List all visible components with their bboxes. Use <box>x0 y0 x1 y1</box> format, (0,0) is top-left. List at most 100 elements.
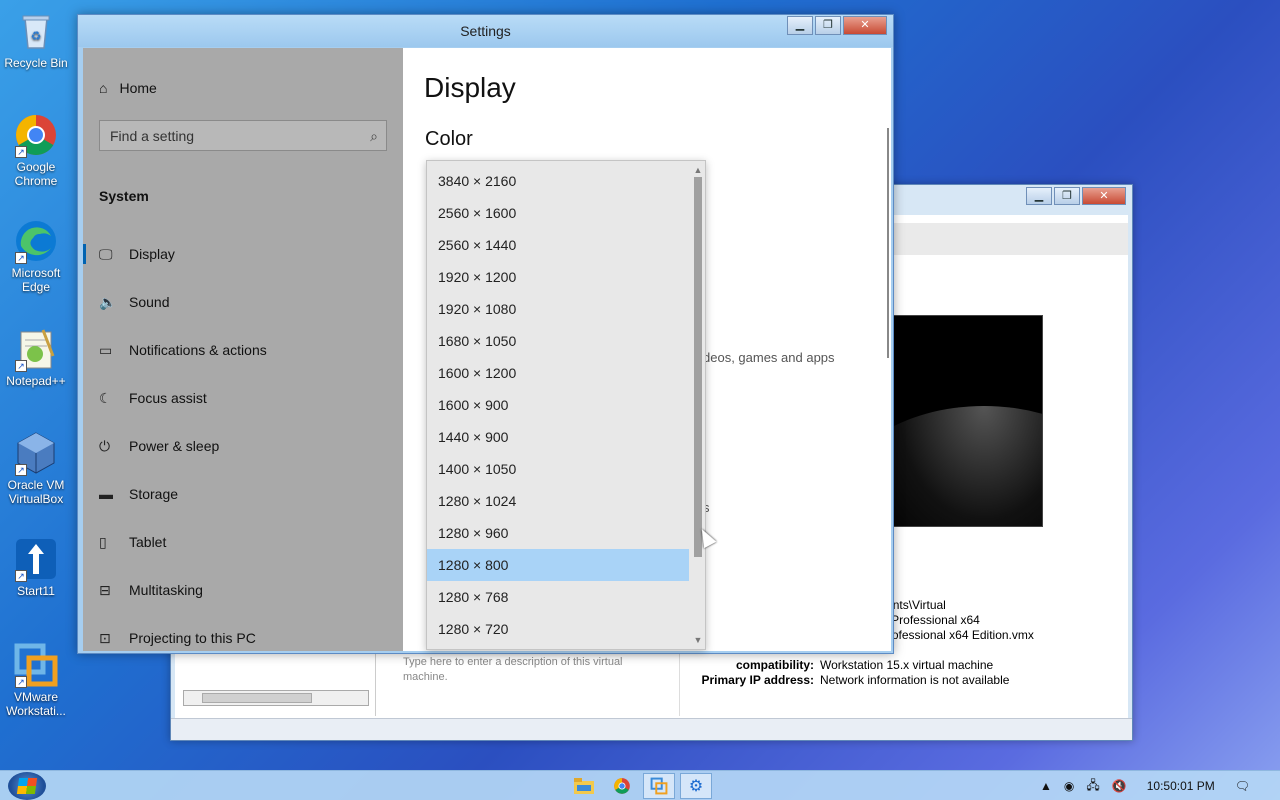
nav-label: Projecting to this PC <box>129 630 256 646</box>
home-link[interactable]: ⌂ Home <box>99 80 157 96</box>
nav-item-display[interactable]: 🖵 Display <box>83 230 403 278</box>
nav-item-tablet[interactable]: ▯ Tablet <box>83 518 403 566</box>
scroll-down-icon[interactable]: ▼ <box>691 633 705 647</box>
nav-label: Sound <box>129 294 170 310</box>
nav-label: Tablet <box>129 534 167 550</box>
nav-item-storage[interactable]: ▬ Storage <box>83 470 403 518</box>
storage-icon: ▬ <box>99 486 113 502</box>
desktop-icon-label: Microsoft Edge <box>11 266 61 294</box>
vmware-toolbar-row <box>891 223 1128 255</box>
nav-label: Display <box>129 246 175 262</box>
tablet-icon: ▯ <box>99 533 107 550</box>
home-label: Home <box>119 80 157 96</box>
home-icon: ⌂ <box>99 80 108 96</box>
nav-item-projecting[interactable]: ⊡ Projecting to this PC <box>83 614 403 662</box>
resolution-option[interactable]: 1280 × 720 <box>427 613 689 645</box>
speaker-icon: 🔈 <box>99 293 117 310</box>
desktop-icon-label: Recycle Bin <box>4 56 68 70</box>
nav-label: Storage <box>129 486 179 502</box>
virtualbox-icon: ↗ <box>13 430 59 476</box>
windows-logo-icon <box>16 778 38 794</box>
vmware-icon[interactable] <box>643 773 675 799</box>
content-scrollbar[interactable] <box>887 128 889 358</box>
resolution-option[interactable]: 1280 × 800 <box>427 549 689 581</box>
desktop-icon-label: Oracle VM VirtualBox <box>7 478 65 506</box>
volume-muted-icon[interactable]: 🔇 <box>1112 779 1127 793</box>
chevron-up-icon[interactable]: ▲ <box>1040 779 1052 793</box>
partial-text: deos, games and apps <box>703 350 835 365</box>
start-button[interactable] <box>8 772 46 800</box>
horizontal-scrollbar[interactable] <box>183 690 369 706</box>
resolution-option[interactable]: 1920 × 1200 <box>427 261 689 293</box>
status-bar <box>171 718 1132 740</box>
multitasking-icon: ⊟ <box>99 581 111 598</box>
desktop-icon-recycle-bin[interactable]: ♻ Recycle Bin <box>4 8 68 70</box>
resolution-option[interactable]: 1280 × 768 <box>427 581 689 613</box>
network-icon[interactable]: 🖧 <box>1086 776 1099 797</box>
close-button[interactable]: ✕ <box>1082 187 1126 205</box>
moon-icon: ☾ <box>99 389 112 406</box>
title-bar[interactable]: Settings ▁ ❐ ✕ <box>78 15 893 47</box>
chrome-icon[interactable] <box>606 773 638 799</box>
desktop-icon-start11[interactable]: ↗ Start11 <box>4 536 68 598</box>
start11-icon: ↗ <box>13 536 59 582</box>
resolution-option[interactable]: 1600 × 900 <box>427 389 689 421</box>
desktop-icon-virtualbox[interactable]: ↗ Oracle VM VirtualBox <box>4 430 68 506</box>
desktop-icon-label: Google Chrome <box>14 160 58 188</box>
vm-description[interactable]: Type here to enter a description of this… <box>403 655 663 685</box>
search-box[interactable]: ⌕ <box>99 120 387 151</box>
meet-now-icon[interactable]: ◉ <box>1064 779 1074 793</box>
vmware-icon: ↗ <box>13 642 59 688</box>
scroll-up-icon[interactable]: ▲ <box>691 163 705 177</box>
nav-item-notifications[interactable]: ▭ Notifications & actions <box>83 326 403 374</box>
resolution-option[interactable]: 1440 × 900 <box>427 421 689 453</box>
monitor-icon: 🖵 <box>99 245 113 262</box>
settings-gear-icon[interactable]: ⚙ <box>680 773 712 799</box>
nav-item-multitasking[interactable]: ⊟ Multitasking <box>83 566 403 614</box>
nav-label: Multitasking <box>129 582 203 598</box>
search-icon[interactable]: ⌕ <box>370 128 378 145</box>
page-title: Display <box>424 72 516 103</box>
vm-preview-screen[interactable] <box>893 315 1043 527</box>
nav-label: Notifications & actions <box>129 342 267 358</box>
resolution-option[interactable]: 1600 × 1200 <box>427 357 689 389</box>
resolution-option-list: 3840 × 2160 2560 × 1600 2560 × 1440 1920 × … <box>427 165 689 645</box>
nav-item-sound[interactable]: 🔈 Sound <box>83 278 403 326</box>
resolution-option[interactable]: 1400 × 1050 <box>427 453 689 485</box>
desktop-icon-label: Start11 <box>17 584 55 598</box>
maximize-button[interactable]: ❐ <box>815 16 841 35</box>
window-title: Settings <box>460 23 511 39</box>
nav-item-power-sleep[interactable]: ⏻ Power & sleep <box>83 422 403 470</box>
desktop-icon-notepadpp[interactable]: ↗ Notepad++ <box>4 326 68 388</box>
scroll-thumb[interactable] <box>694 177 702 557</box>
resolution-option[interactable]: 2560 × 1600 <box>427 197 689 229</box>
maximize-button[interactable]: ❐ <box>1054 187 1080 205</box>
resolution-option[interactable]: 1920 × 1080 <box>427 293 689 325</box>
notification-icon: ▭ <box>99 341 113 358</box>
recycle-bin-icon: ♻ <box>13 8 59 54</box>
minimize-button[interactable]: ▁ <box>1026 187 1052 205</box>
power-icon: ⏻ <box>99 437 111 454</box>
minimize-button[interactable]: ▁ <box>787 16 813 35</box>
desktop-icon-edge[interactable]: ↗ Microsoft Edge <box>4 218 68 294</box>
chrome-icon: ↗ <box>13 112 59 158</box>
desktop-icon-vmware[interactable]: ↗ VMware Workstati... <box>4 642 68 718</box>
action-center-icon[interactable]: 🗨 <box>1235 779 1250 793</box>
desktop-icon-label: VMware Workstati... <box>6 690 66 718</box>
resolution-dropdown[interactable]: 3840 × 2160 2560 × 1600 2560 × 1440 1920 × … <box>426 160 706 650</box>
close-button[interactable]: ✕ <box>843 16 887 35</box>
dropdown-scrollbar[interactable]: ▲ ▼ <box>691 161 705 649</box>
resolution-option[interactable]: 1680 × 1050 <box>427 325 689 357</box>
resolution-option[interactable]: 1280 × 960 <box>427 517 689 549</box>
search-input[interactable] <box>100 121 350 150</box>
section-title: System <box>99 188 149 204</box>
nav-item-focus-assist[interactable]: ☾ Focus assist <box>83 374 403 422</box>
resolution-option[interactable]: 1280 × 1024 <box>427 485 689 517</box>
edge-icon: ↗ <box>13 218 59 264</box>
desktop-icon-chrome[interactable]: ↗ Google Chrome <box>4 112 68 188</box>
clock[interactable]: 10:50:01 PM <box>1147 779 1215 793</box>
resolution-option[interactable]: 3840 × 2160 <box>427 165 689 197</box>
color-heading: Color <box>425 128 473 150</box>
resolution-option[interactable]: 2560 × 1440 <box>427 229 689 261</box>
file-explorer-icon[interactable] <box>568 773 600 799</box>
